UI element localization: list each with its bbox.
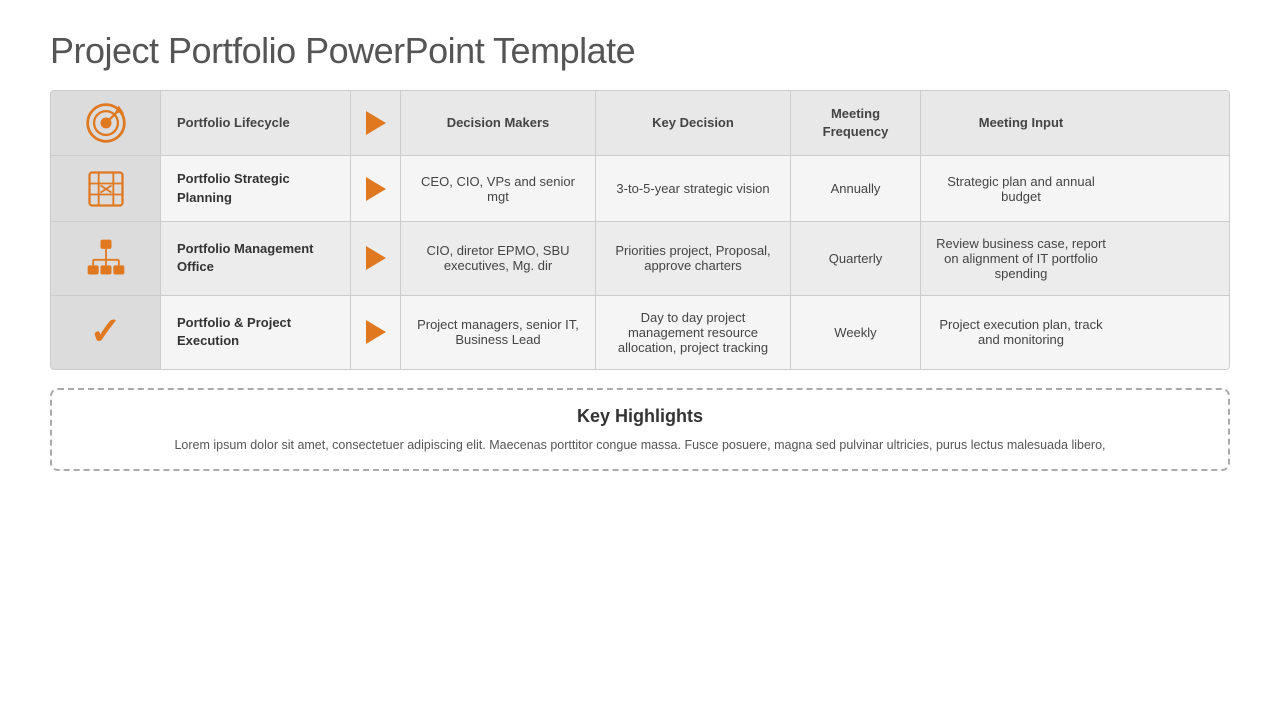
highlights-text: Lorem ipsum dolor sit amet, consectetuer… xyxy=(82,435,1198,455)
row2-arrow xyxy=(351,222,401,295)
header-meeting-frequency: Meeting Frequency xyxy=(791,91,921,155)
row1-key-decision: 3-to-5-year strategic vision xyxy=(596,156,791,220)
row2-decision-makers: CIO, diretor EPMO, SBU executives, Mg. d… xyxy=(401,222,596,295)
row3-decision-makers: Project managers, senior IT, Business Le… xyxy=(401,296,596,369)
page-title: Project Portfolio PowerPoint Template xyxy=(50,30,1230,72)
highlights-box: Key Highlights Lorem ipsum dolor sit ame… xyxy=(50,388,1230,471)
header-arrow-icon xyxy=(366,111,386,135)
row1-arrow-icon xyxy=(366,177,386,201)
checkmark-icon: ✓ xyxy=(90,313,122,351)
header-arrow-cell xyxy=(351,91,401,155)
header-key-decision: Key Decision xyxy=(596,91,791,155)
header-icon-cell xyxy=(51,91,161,155)
row3-meeting-frequency: Weekly xyxy=(791,296,921,369)
row1-decision-makers: CEO, CIO, VPs and senior mgt xyxy=(401,156,596,220)
table-row: Portfolio Management Office CIO, diretor… xyxy=(51,222,1229,296)
target-icon xyxy=(84,101,128,145)
row3-meeting-input: Project execution plan, track and monito… xyxy=(921,296,1121,369)
row2-name: Portfolio Management Office xyxy=(161,222,351,295)
row3-arrow xyxy=(351,296,401,369)
portfolio-table: Portfolio Lifecycle Decision Makers Key … xyxy=(50,90,1230,370)
row2-key-decision: Priorities project, Proposal, approve ch… xyxy=(596,222,791,295)
execution-icon-cell: ✓ xyxy=(51,296,161,369)
row3-arrow-icon xyxy=(366,320,386,344)
table-row: ✓ Portfolio & Project Execution Project … xyxy=(51,296,1229,369)
row1-meeting-input: Strategic plan and annual budget xyxy=(921,156,1121,220)
row2-arrow-icon xyxy=(366,246,386,270)
strategic-planning-icon-cell xyxy=(51,156,161,220)
row2-meeting-frequency: Quarterly xyxy=(791,222,921,295)
row1-meeting-frequency: Annually xyxy=(791,156,921,220)
header-meeting-input: Meeting Input xyxy=(921,91,1121,155)
highlights-title: Key Highlights xyxy=(82,406,1198,427)
header-decision-makers: Decision Makers xyxy=(401,91,596,155)
row3-key-decision: Day to day project management resource a… xyxy=(596,296,791,369)
row1-name: Portfolio Strategic Planning xyxy=(161,156,351,220)
table-header-row: Portfolio Lifecycle Decision Makers Key … xyxy=(51,91,1229,156)
row3-name: Portfolio & Project Execution xyxy=(161,296,351,369)
management-office-icon-cell xyxy=(51,222,161,295)
header-lifecycle-label: Portfolio Lifecycle xyxy=(161,91,351,155)
table-row: Portfolio Strategic Planning CEO, CIO, V… xyxy=(51,156,1229,221)
strategic-planning-icon xyxy=(84,167,128,211)
row2-meeting-input: Review business case, report on alignmen… xyxy=(921,222,1121,295)
row1-arrow xyxy=(351,156,401,220)
management-office-icon xyxy=(84,236,128,280)
